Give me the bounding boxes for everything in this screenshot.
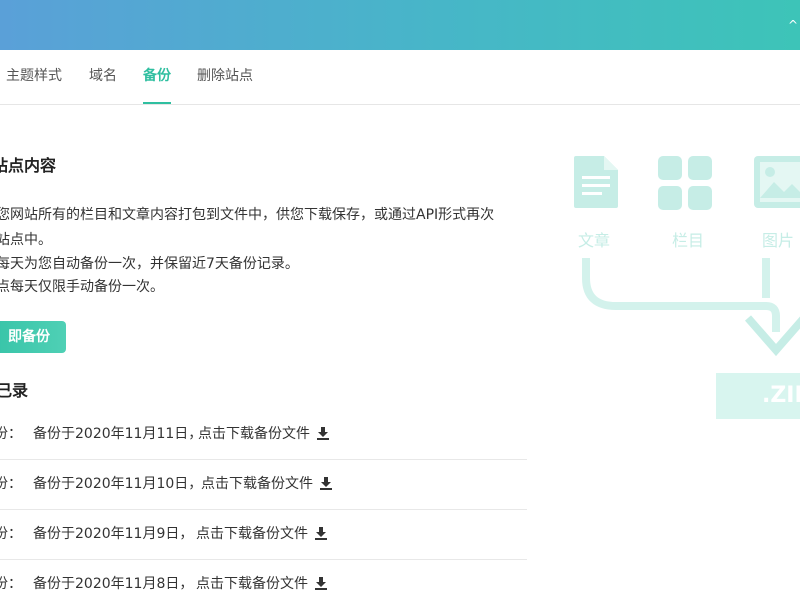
record-date: 备份于2020年11月11日，	[33, 426, 203, 442]
download-backup-link[interactable]: 点击下载备份文件	[196, 523, 328, 543]
tab-delete-site[interactable]: 删除站点	[197, 50, 253, 104]
download-link-text[interactable]: 点击下载备份文件	[196, 526, 308, 542]
header-corner-icon[interactable]: ^	[788, 18, 798, 32]
settings-tabs: 主题样式 域名 备份 删除站点	[0, 50, 800, 105]
description-line-2: 站点中。	[0, 232, 52, 248]
record-date: 备份于2020年11月9日，	[33, 526, 194, 542]
site-content-title: 站点内容	[0, 156, 57, 175]
illustration-label-articles: 文章	[578, 231, 611, 250]
record-date: 备份于2020年11月8日，	[33, 576, 194, 592]
record-label: 份：	[0, 476, 22, 492]
tab-backup[interactable]: 备份	[143, 50, 171, 104]
article-file-icon	[574, 156, 618, 208]
download-link-text[interactable]: 点击下载备份文件	[196, 576, 308, 592]
download-backup-link[interactable]: 点击下载备份文件	[201, 473, 333, 493]
backup-record-row: 份： 备份于2020年11月9日， 点击下载备份文件	[0, 509, 527, 560]
download-icon[interactable]	[316, 426, 330, 440]
description-line-1: 您网站所有的栏目和文章内容打包到文件中，供您下载保存，或通过API形式再次	[0, 207, 495, 223]
download-icon[interactable]	[314, 526, 328, 540]
record-label: 份：	[0, 426, 22, 442]
backup-now-button[interactable]: 即备份	[0, 321, 66, 353]
download-link-text[interactable]: 点击下载备份文件	[201, 476, 313, 492]
tab-theme-style[interactable]: 主题样式	[6, 50, 62, 104]
illustration-label-images: 图片	[762, 231, 795, 250]
record-label: 份：	[0, 526, 22, 542]
backup-records-title: 己录	[0, 381, 29, 400]
download-backup-link[interactable]: 点击下载备份文件	[198, 423, 330, 443]
backup-record-row: 份： 备份于2020年11月11日， 点击下载备份文件	[0, 409, 527, 460]
download-link-text[interactable]: 点击下载备份文件	[198, 426, 310, 442]
backup-record-row: 份： 备份于2020年11月10日， 点击下载备份文件	[0, 459, 527, 510]
download-icon[interactable]	[319, 476, 333, 490]
merge-arrow-icon	[582, 258, 800, 357]
top-header-bar: ^	[0, 0, 800, 50]
zip-archive-badge: .ZIP	[716, 373, 800, 419]
illustration-label-columns: 栏目	[672, 231, 705, 250]
image-icon	[754, 156, 800, 208]
description-line-3: 每天为您自动备份一次，并保留近7天备份记录。	[0, 256, 299, 272]
record-date: 备份于2020年11月10日，	[33, 476, 203, 492]
tab-domain[interactable]: 域名	[89, 50, 117, 104]
download-icon[interactable]	[314, 576, 328, 590]
record-label: 份：	[0, 576, 22, 592]
download-backup-link[interactable]: 点击下载备份文件	[196, 573, 328, 593]
backup-record-row: 份： 备份于2020年11月8日， 点击下载备份文件	[0, 559, 527, 609]
column-grid-icon	[658, 156, 712, 210]
description-line-4: 点每天仅限手动备份一次。	[0, 279, 164, 295]
